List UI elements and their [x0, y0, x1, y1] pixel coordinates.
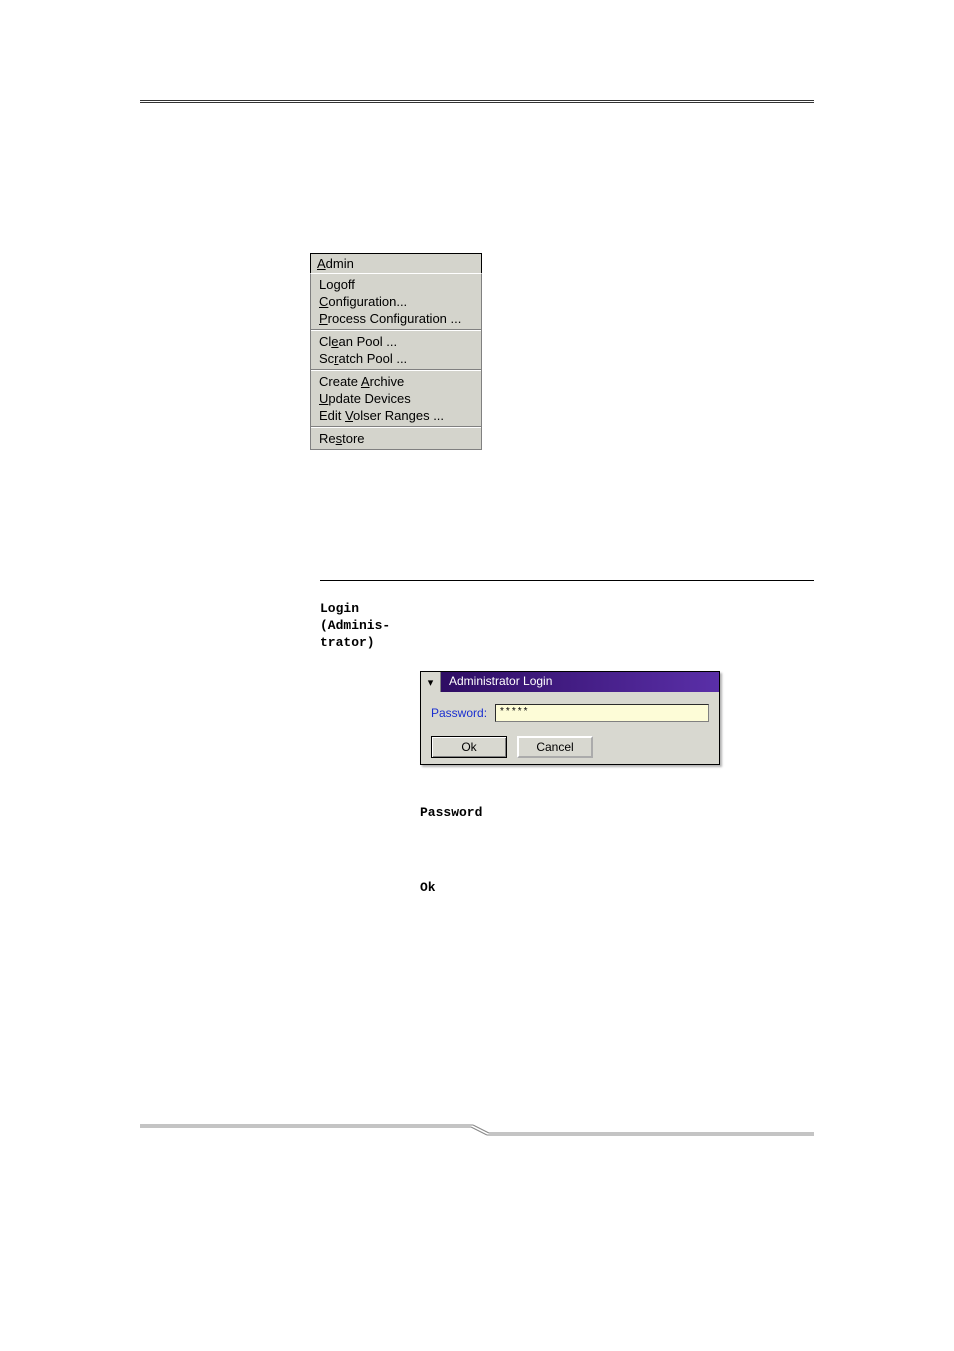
- ok-button[interactable]: Ok: [431, 736, 507, 758]
- password-label: Password:: [431, 706, 487, 720]
- administrator-login-dialog: ▾ Administrator Login Password: ***** Ok…: [420, 671, 720, 765]
- admin-menu-accel: A: [317, 256, 326, 271]
- dialog-titlebar[interactable]: ▾ Administrator Login: [421, 672, 719, 692]
- menu-item-edit-volser-ranges[interactable]: Edit Volser Ranges ...: [311, 407, 481, 424]
- admin-menu: Admin Logoff Configuration... Process Co…: [310, 253, 482, 450]
- section-label-login: Login (Adminis- trator): [320, 601, 420, 955]
- definition-term-password: Password: [420, 805, 814, 820]
- menu-item-configuration[interactable]: Configuration...: [311, 293, 481, 310]
- menu-separator: [311, 426, 481, 428]
- top-horizontal-rule: [140, 100, 814, 103]
- dialog-title: Administrator Login: [441, 672, 719, 692]
- menu-item-restore[interactable]: Restore: [311, 430, 481, 447]
- admin-menu-rest: dmin: [326, 256, 354, 271]
- menu-item-scratch-pool[interactable]: Scratch Pool ...: [311, 350, 481, 367]
- footer-rule: [140, 1121, 814, 1141]
- system-menu-icon[interactable]: ▾: [421, 672, 441, 692]
- definition-term-ok: Ok: [420, 880, 814, 895]
- password-row: Password: *****: [431, 704, 709, 722]
- dialog-button-row: Ok Cancel: [431, 736, 709, 758]
- menu-separator: [311, 329, 481, 331]
- menu-separator: [311, 369, 481, 371]
- admin-menu-header[interactable]: Admin: [310, 253, 482, 273]
- password-input[interactable]: *****: [495, 704, 709, 722]
- definition-block: Password Ok: [420, 805, 814, 895]
- menu-item-clean-pool[interactable]: Clean Pool ...: [311, 333, 481, 350]
- menu-item-create-archive[interactable]: Create Archive: [311, 373, 481, 390]
- menu-item-process-configuration[interactable]: Process Configuration ...: [311, 310, 481, 327]
- section-rule: [320, 580, 814, 581]
- menu-item-logoff[interactable]: Logoff: [311, 276, 481, 293]
- cancel-button[interactable]: Cancel: [517, 736, 593, 758]
- dialog-body: Password: ***** Ok Cancel: [421, 692, 719, 764]
- admin-menu-body: Logoff Configuration... Process Configur…: [310, 273, 482, 450]
- menu-item-update-devices[interactable]: Update Devices: [311, 390, 481, 407]
